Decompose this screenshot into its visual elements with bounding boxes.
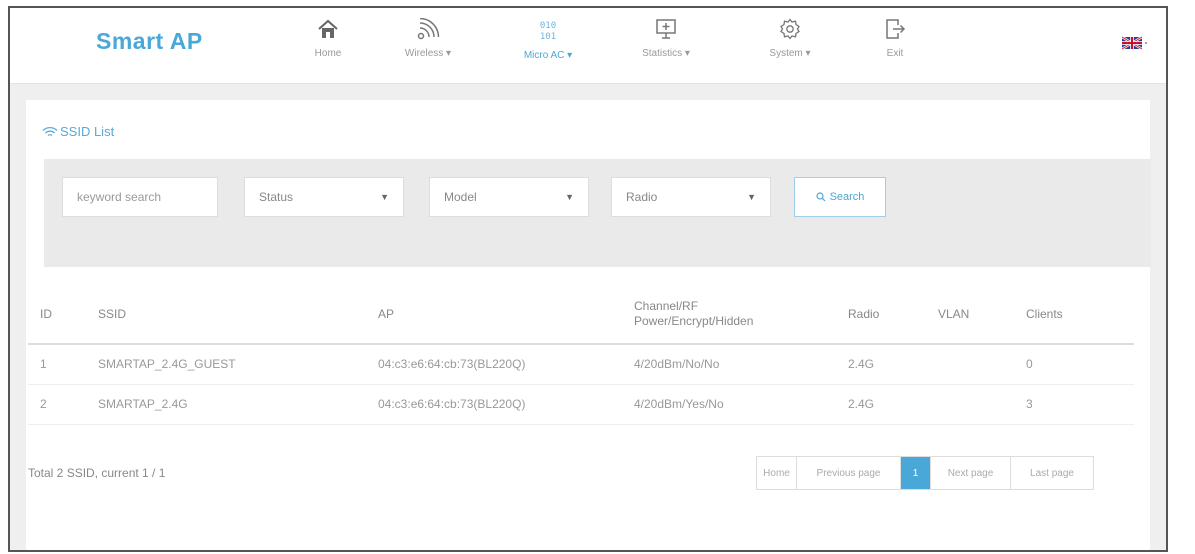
col-channel-line2: Power/Encrypt/Hidden bbox=[634, 313, 754, 328]
home-icon bbox=[318, 19, 338, 38]
model-select-value: Model bbox=[444, 190, 477, 204]
search-icon bbox=[815, 192, 825, 202]
cell-id: 1 bbox=[28, 344, 86, 385]
table-header-row: ID SSID AP Channel/RF Power/Encrypt/Hidd… bbox=[28, 284, 1134, 345]
svg-text:010: 010 bbox=[540, 21, 556, 31]
search-button[interactable]: Search bbox=[794, 177, 886, 217]
col-vlan[interactable]: VLAN bbox=[926, 284, 1014, 345]
nav-home-label: Home bbox=[314, 48, 342, 59]
nav-home[interactable]: Home bbox=[278, 14, 378, 80]
caret-down-icon: ▼ bbox=[565, 192, 574, 202]
cell-radio: 2.4G bbox=[836, 384, 926, 425]
radio-select[interactable]: Radio ▼ bbox=[611, 177, 771, 217]
cell-ssid: SMARTAP_2.4G_GUEST bbox=[86, 344, 366, 385]
table-row[interactable]: 2 SMARTAP_2.4G 04:c3:e6:64:cb:73(BL220Q)… bbox=[28, 384, 1134, 425]
cell-channel: 4/20dBm/Yes/No bbox=[622, 384, 836, 425]
cell-ssid: SMARTAP_2.4G bbox=[86, 384, 366, 425]
wifi-icon bbox=[42, 126, 58, 137]
col-channel[interactable]: Channel/RF Power/Encrypt/Hidden bbox=[622, 284, 836, 345]
total-count: Total 2 SSID, current 1 / 1 bbox=[28, 466, 166, 480]
ssid-table: ID SSID AP Channel/RF Power/Encrypt/Hidd… bbox=[28, 284, 1134, 425]
radio-select-value: Radio bbox=[626, 190, 658, 204]
nav-micro-ac-label: Micro AC ▾ bbox=[523, 50, 573, 61]
cell-ap: 04:c3:e6:64:cb:73(BL220Q) bbox=[366, 344, 622, 385]
nav-statistics[interactable]: Statistics ▾ bbox=[616, 14, 716, 80]
page-current-button[interactable]: 1 bbox=[901, 457, 931, 489]
exit-icon bbox=[886, 19, 906, 39]
model-select[interactable]: Model ▼ bbox=[429, 177, 589, 217]
page-next-button[interactable]: Next page bbox=[931, 457, 1011, 489]
nav-exit-label: Exit bbox=[886, 48, 904, 59]
cell-vlan bbox=[926, 384, 1014, 425]
status-select[interactable]: Status ▼ bbox=[244, 177, 404, 217]
nav-statistics-label: Statistics ▾ bbox=[642, 48, 690, 59]
cell-channel: 4/20dBm/No/No bbox=[622, 344, 836, 385]
page-home-button[interactable]: Home bbox=[757, 457, 797, 489]
caret-down-icon: ▼ bbox=[380, 192, 389, 202]
svg-text:101: 101 bbox=[540, 32, 556, 42]
filter-bar: Status ▼ Model ▼ Radio ▼ Search bbox=[44, 159, 1151, 267]
nav-exit[interactable]: Exit bbox=[845, 14, 945, 80]
cell-id: 2 bbox=[28, 384, 86, 425]
col-id[interactable]: ID bbox=[28, 284, 86, 345]
search-button-label: Search bbox=[829, 191, 865, 203]
nav-system[interactable]: System ▾ bbox=[740, 14, 840, 80]
col-ap[interactable]: AP bbox=[366, 284, 622, 345]
gear-icon bbox=[780, 18, 800, 40]
language-selector[interactable] bbox=[1121, 35, 1150, 55]
top-navigation-bar: Smart AP Home Wireless ▾ 010 101 Micro A… bbox=[10, 8, 1166, 84]
uk-flag-icon bbox=[1121, 35, 1147, 51]
cell-clients: 0 bbox=[1014, 344, 1134, 385]
app-window: Smart AP Home Wireless ▾ 010 101 Micro A… bbox=[8, 6, 1168, 552]
col-clients[interactable]: Clients bbox=[1014, 284, 1134, 345]
binary-icon: 010 101 bbox=[540, 21, 556, 42]
col-ssid[interactable]: SSID bbox=[86, 284, 366, 345]
page-last-button[interactable]: Last page bbox=[1011, 457, 1093, 489]
nav-micro-ac[interactable]: 010 101 Micro AC ▾ bbox=[498, 14, 598, 80]
nav-wireless-label: Wireless ▾ bbox=[404, 48, 452, 59]
nav-system-label: System ▾ bbox=[769, 48, 811, 59]
panel-title-text: SSID List bbox=[60, 124, 115, 139]
nav-wireless[interactable]: Wireless ▾ bbox=[378, 14, 478, 80]
cell-radio: 2.4G bbox=[836, 344, 926, 385]
brand-logo: Smart AP bbox=[96, 28, 203, 54]
panel-title: SSID List bbox=[42, 124, 114, 139]
caret-down-icon: ▼ bbox=[747, 192, 756, 202]
cell-clients: 3 bbox=[1014, 384, 1134, 425]
status-select-value: Status bbox=[259, 190, 294, 204]
cell-ap: 04:c3:e6:64:cb:73(BL220Q) bbox=[366, 384, 622, 425]
cell-vlan bbox=[926, 344, 1014, 385]
monitor-icon bbox=[656, 19, 676, 39]
pagination: Home Previous page 1 Next page Last page bbox=[756, 456, 1094, 490]
col-channel-line1: Channel/RF bbox=[634, 298, 699, 313]
wifi-icon bbox=[417, 18, 440, 40]
table-row[interactable]: 1 SMARTAP_2.4G_GUEST 04:c3:e6:64:cb:73(B… bbox=[28, 344, 1134, 385]
keyword-search-input[interactable] bbox=[62, 177, 218, 217]
ssid-list-panel: SSID List Status ▼ Model ▼ Radio ▼ Se bbox=[26, 100, 1151, 550]
page-previous-button[interactable]: Previous page bbox=[797, 457, 901, 489]
col-radio[interactable]: Radio bbox=[836, 284, 926, 345]
